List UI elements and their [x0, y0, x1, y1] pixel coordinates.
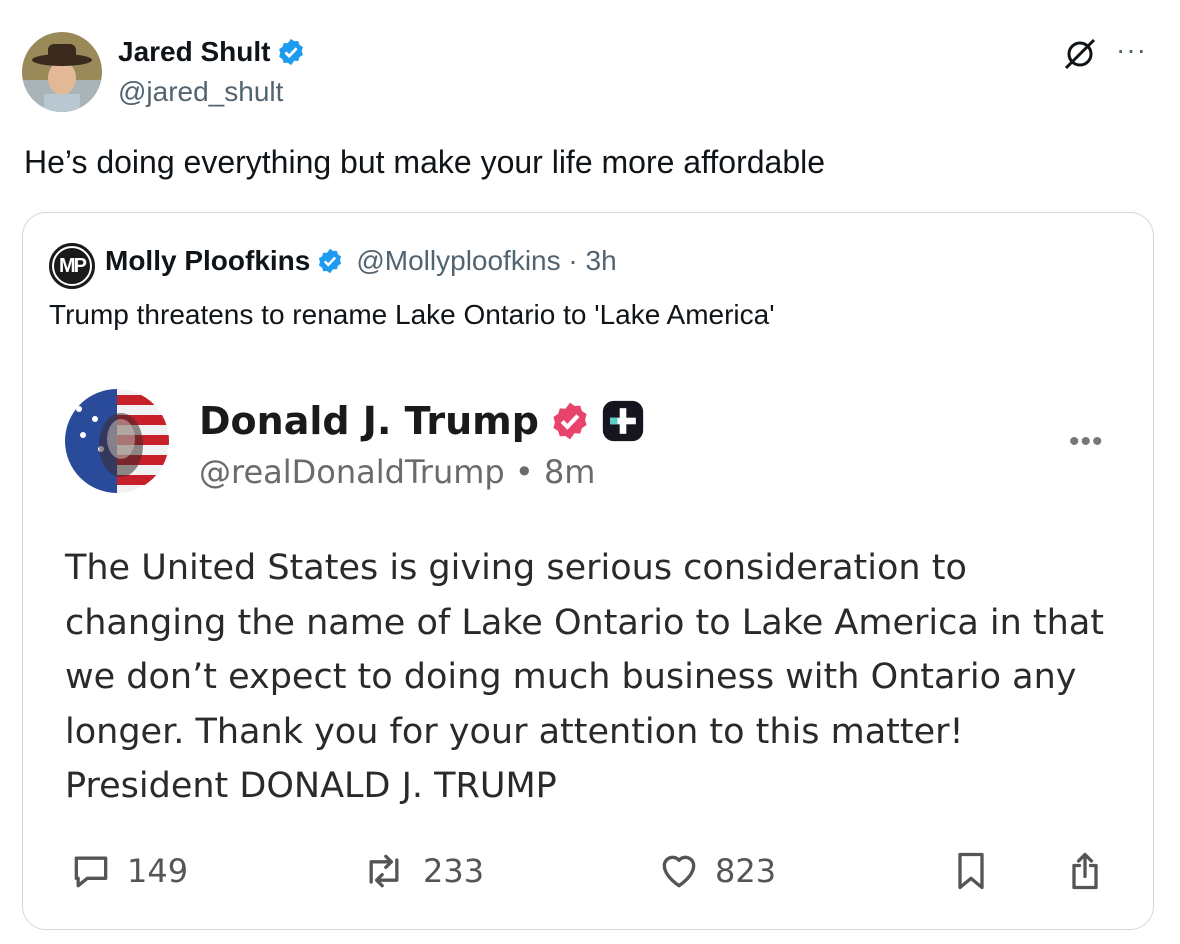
embedded-retruths: 233: [359, 849, 484, 893]
retruth-icon: [369, 854, 399, 888]
truth-verified-icon: [553, 402, 587, 440]
author-name-row[interactable]: Jared Shult: [118, 36, 306, 68]
embedded-action-bar: 149 233 823: [23, 849, 1153, 909]
grok-icon[interactable]: [1060, 34, 1100, 74]
embedded-avatar: [65, 389, 169, 493]
quoted-post[interactable]: MP Molly Ploofkins @Mollyploofkins · 3h …: [22, 212, 1154, 930]
embedded-name-row: Donald J. Trump: [199, 399, 645, 443]
verified-badge-icon: [319, 248, 342, 274]
embedded-more-icon: •••: [1069, 425, 1104, 458]
heart-icon: [662, 855, 696, 888]
embedded-bookmark: [951, 849, 991, 893]
embedded-share: [1065, 849, 1105, 893]
truth-plus-icon: [602, 400, 644, 442]
embedded-replies: 149: [69, 849, 188, 893]
reply-count: 149: [127, 852, 189, 890]
author-name[interactable]: Jared Shult: [118, 36, 270, 68]
like-count: 823: [715, 852, 777, 890]
share-icon: [1072, 852, 1098, 890]
reply-icon: [74, 856, 108, 888]
embedded-handle-time: @realDonaldTrump • 8m: [199, 453, 596, 491]
quote-header: Molly Ploofkins @Mollyploofkins · 3h: [105, 245, 617, 277]
verified-badge-icon: [279, 38, 304, 66]
quote-author-name[interactable]: Molly Ploofkins: [105, 245, 310, 277]
embedded-likes: 823: [657, 849, 776, 893]
tweet-text: He’s doing everything but make your life…: [24, 144, 826, 180]
quote-handle-time[interactable]: @Mollyploofkins · 3h: [356, 245, 616, 277]
author-avatar[interactable]: [22, 32, 102, 112]
quote-avatar[interactable]: MP: [49, 243, 95, 289]
quote-text: Trump threatens to rename Lake Ontario t…: [49, 299, 775, 330]
embedded-author-name: Donald J. Trump: [199, 399, 539, 443]
author-handle[interactable]: @jared_shult: [118, 76, 283, 108]
embedded-body-text: The United States is giving serious cons…: [65, 548, 1105, 806]
embedded-screenshot[interactable]: Donald J. Trump @realDonaldTrump • 8m ••…: [23, 353, 1153, 929]
retruth-count: 233: [423, 852, 485, 890]
more-options-icon[interactable]: ···: [1116, 36, 1147, 64]
bookmark-icon: [958, 852, 984, 890]
